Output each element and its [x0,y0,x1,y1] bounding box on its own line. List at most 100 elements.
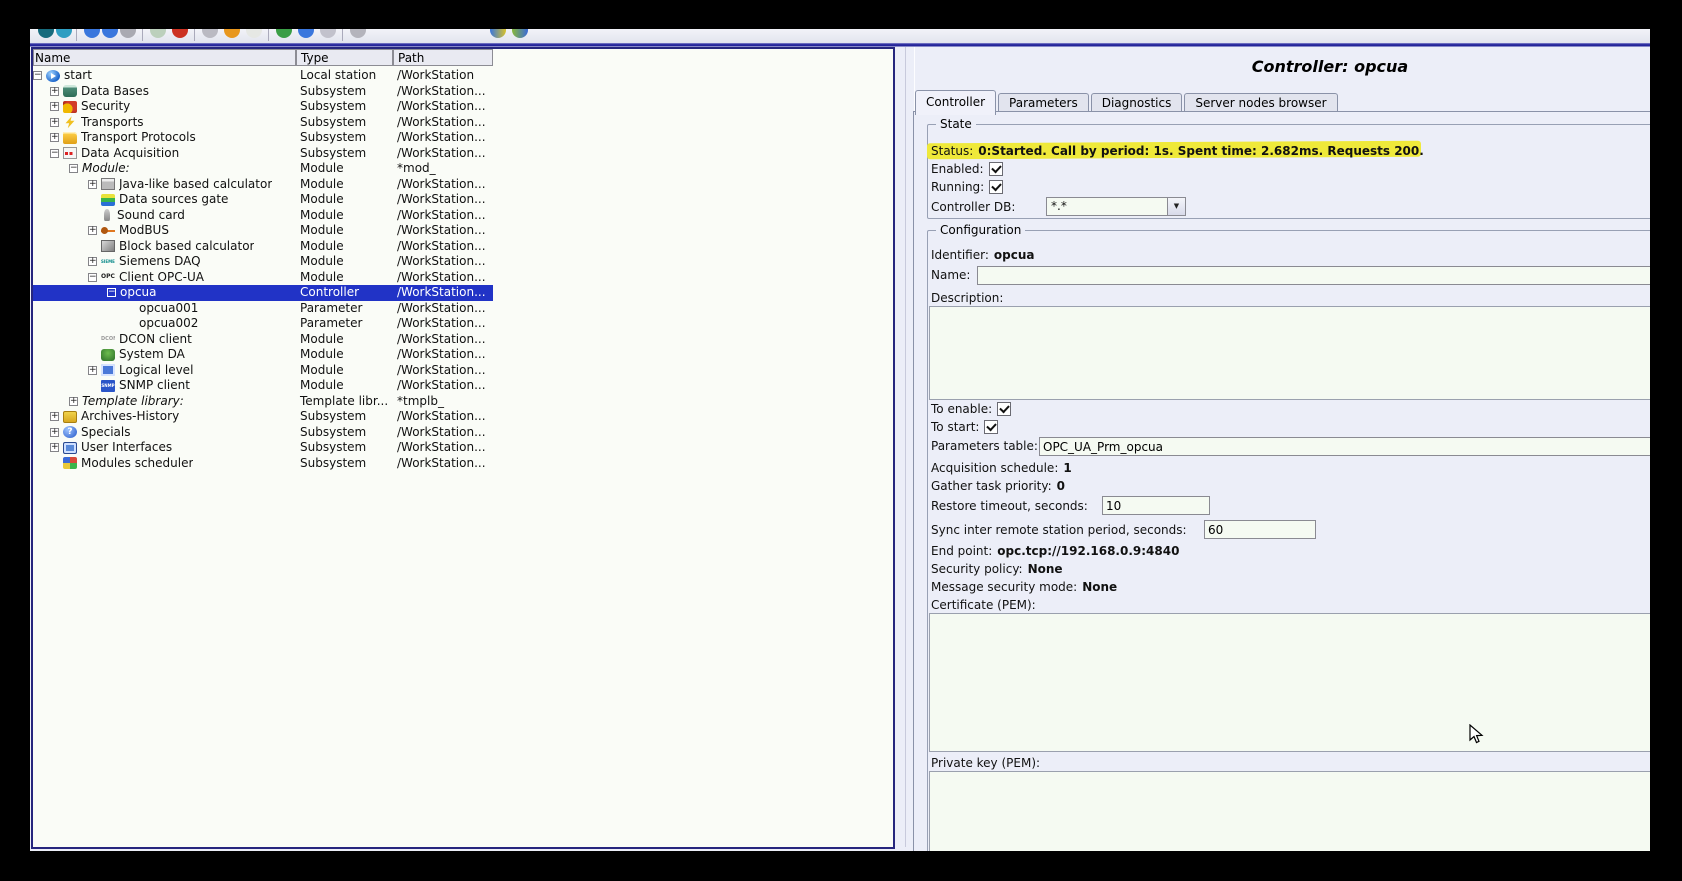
enabled-checkbox[interactable] [989,162,1003,176]
tree-row-specials[interactable]: +?SpecialsSubsystem/WorkStation... [33,425,493,441]
expand-plus-icon[interactable]: + [50,412,59,421]
expand-plus-icon[interactable]: + [88,366,97,375]
tree-row-java-like-based-calculator[interactable]: +Java-like based calculatorModule/WorkSt… [33,177,493,193]
tree-row-user-interfaces[interactable]: +User InterfacesSubsystem/WorkStation... [33,440,493,456]
tree-item-label: Template library: [82,394,184,410]
tree-row-modules-scheduler[interactable]: Modules schedulerSubsystem/WorkStation..… [33,456,493,472]
expand-plus-icon[interactable]: + [88,226,97,235]
tree-item-label: Data Acquisition [81,146,179,162]
tree-row-snmp-client[interactable]: SNMPSNMP clientModule/WorkStation... [33,378,493,394]
expand-minus-icon[interactable]: − [69,164,78,173]
certificate-textarea[interactable] [929,613,1650,752]
tree-item-type: Module [296,192,393,208]
tree-row-opcua[interactable]: −opcuaController/WorkStation... [33,285,493,301]
tree-row-block-based-calculator[interactable]: Block based calculatorModule/WorkStation… [33,239,493,255]
toolbar-icon[interactable] [350,29,366,38]
name-label: Name: [931,268,970,282]
controller-db-value[interactable]: *.* [1046,197,1168,216]
tree-item-label: Transport Protocols [81,130,196,146]
tree-row-data-bases[interactable]: +Data BasesSubsystem/WorkStation... [33,84,493,100]
parameters-table-row: Parameters table: [931,438,1043,454]
status-value: 0:Started. Call by period: 1s. Spent tim… [978,144,1424,158]
tree-row-modbus[interactable]: +ModBUSModule/WorkStation... [33,223,493,239]
private-key-row: Private key (PEM): [931,755,1045,771]
toolbar-icon[interactable] [490,29,506,38]
expand-plus-icon[interactable]: + [50,133,59,142]
column-header-path[interactable]: Path [393,49,493,66]
tree-row-system-da[interactable]: System DAModule/WorkStation... [33,347,493,363]
tree-row-client-opc-ua[interactable]: −OPCClient OPC-UAModule/WorkStation... [33,270,493,286]
expand-minus-icon[interactable]: − [107,288,116,297]
expand-plus-icon[interactable]: + [88,180,97,189]
tree-row-transports[interactable]: +TransportsSubsystem/WorkStation... [33,115,493,131]
toolbar-icon[interactable] [84,29,100,38]
controller-db-combobox[interactable]: *.* ▼ [1046,197,1186,216]
toolbar-icon[interactable] [276,29,292,38]
tree-item-path: /WorkStation... [393,239,493,255]
toolbar-icon[interactable] [246,29,262,38]
state-group-label: State [936,117,976,131]
toolbar-icon[interactable] [56,29,72,38]
tree-row-start[interactable]: −startLocal station/WorkStation [33,68,493,84]
tree-item-label: Specials [81,425,131,441]
tree-row-security[interactable]: +SecuritySubsystem/WorkStation... [33,99,493,115]
expand-plus-icon[interactable]: + [50,443,59,452]
tree-row-dcon-client[interactable]: DCONDCON clientModule/WorkStation... [33,332,493,348]
description-textarea[interactable] [929,306,1650,400]
acquisition-schedule-value: 1 [1063,461,1071,475]
tree-row-data-acquisition[interactable]: −Data AcquisitionSubsystem/WorkStation..… [33,146,493,162]
to-enable-checkbox[interactable] [997,402,1011,416]
tree-row-siemens-daq[interactable]: +SIEMENSSiemens DAQModule/WorkStation... [33,254,493,270]
toolbar-icon[interactable] [102,29,118,38]
column-header-name[interactable]: Name [33,49,296,66]
trans-icon [63,116,77,128]
expand-plus-icon[interactable]: + [69,397,78,406]
tree-row-template-library[interactable]: +Template library:Template libr...*tmplb… [33,394,493,410]
enabled-label: Enabled: [931,162,984,176]
column-header-type[interactable]: Type [296,49,393,66]
restore-timeout-input[interactable] [1102,496,1210,515]
toolbar-icon[interactable] [224,29,240,38]
sync-period-input[interactable] [1204,520,1316,539]
toolbar-icon[interactable] [120,29,136,38]
toolbar-icon[interactable] [150,29,166,38]
sync-period-row: Sync inter remote station period, second… [931,522,1192,538]
tree-item-label: opcua001 [139,301,198,317]
expand-plus-icon[interactable]: + [50,87,59,96]
expand-minus-icon[interactable]: − [50,149,59,158]
private-key-textarea[interactable] [929,771,1650,851]
tab-controller[interactable]: Controller [915,90,996,115]
toolbar-icon[interactable] [172,29,188,38]
running-checkbox[interactable] [989,180,1003,194]
expand-plus-icon[interactable]: + [50,102,59,111]
toolbar-icon[interactable] [202,29,218,38]
sync-period-label: Sync inter remote station period, second… [931,523,1187,537]
toolbar-separator [194,29,195,41]
tree-row-opcua001[interactable]: opcua001Parameter/WorkStation... [33,301,493,317]
expand-plus-icon[interactable]: + [50,118,59,127]
tree-row-logical-level[interactable]: +Logical levelModule/WorkStation... [33,363,493,379]
tree-row-module[interactable]: −Module:Module*mod_ [33,161,493,177]
tree-item-type: Subsystem [296,130,393,146]
chevron-down-icon[interactable]: ▼ [1168,197,1186,216]
tree-row-sound-card[interactable]: Sound cardModule/WorkStation... [33,208,493,224]
to-start-checkbox[interactable] [984,420,998,434]
tree-row-data-sources-gate[interactable]: Data sources gateModule/WorkStation... [33,192,493,208]
toolbar-icon[interactable] [38,29,54,38]
tree-row-archives-history[interactable]: +Archives-HistorySubsystem/WorkStation..… [33,409,493,425]
toolbar-icon[interactable] [512,29,528,38]
expand-plus-icon[interactable]: + [50,428,59,437]
toolbar-icon[interactable] [320,29,336,38]
expand-minus-icon[interactable]: − [88,273,97,282]
toolbar-icon[interactable] [298,29,314,38]
name-input[interactable] [977,266,1650,285]
parameters-table-input[interactable] [1039,437,1650,456]
expand-plus-icon[interactable]: + [88,257,97,266]
sec-icon [63,101,77,113]
controller-panel: Controller: opcua Controller Parameters … [913,47,1650,851]
tree-row-opcua002[interactable]: opcua002Parameter/WorkStation... [33,316,493,332]
controller-db-row: Controller DB: [931,199,1020,215]
expand-minus-icon[interactable]: − [33,71,42,80]
tree-item-path: /WorkStation... [393,316,493,332]
tree-row-transport-protocols[interactable]: +Transport ProtocolsSubsystem/WorkStatio… [33,130,493,146]
